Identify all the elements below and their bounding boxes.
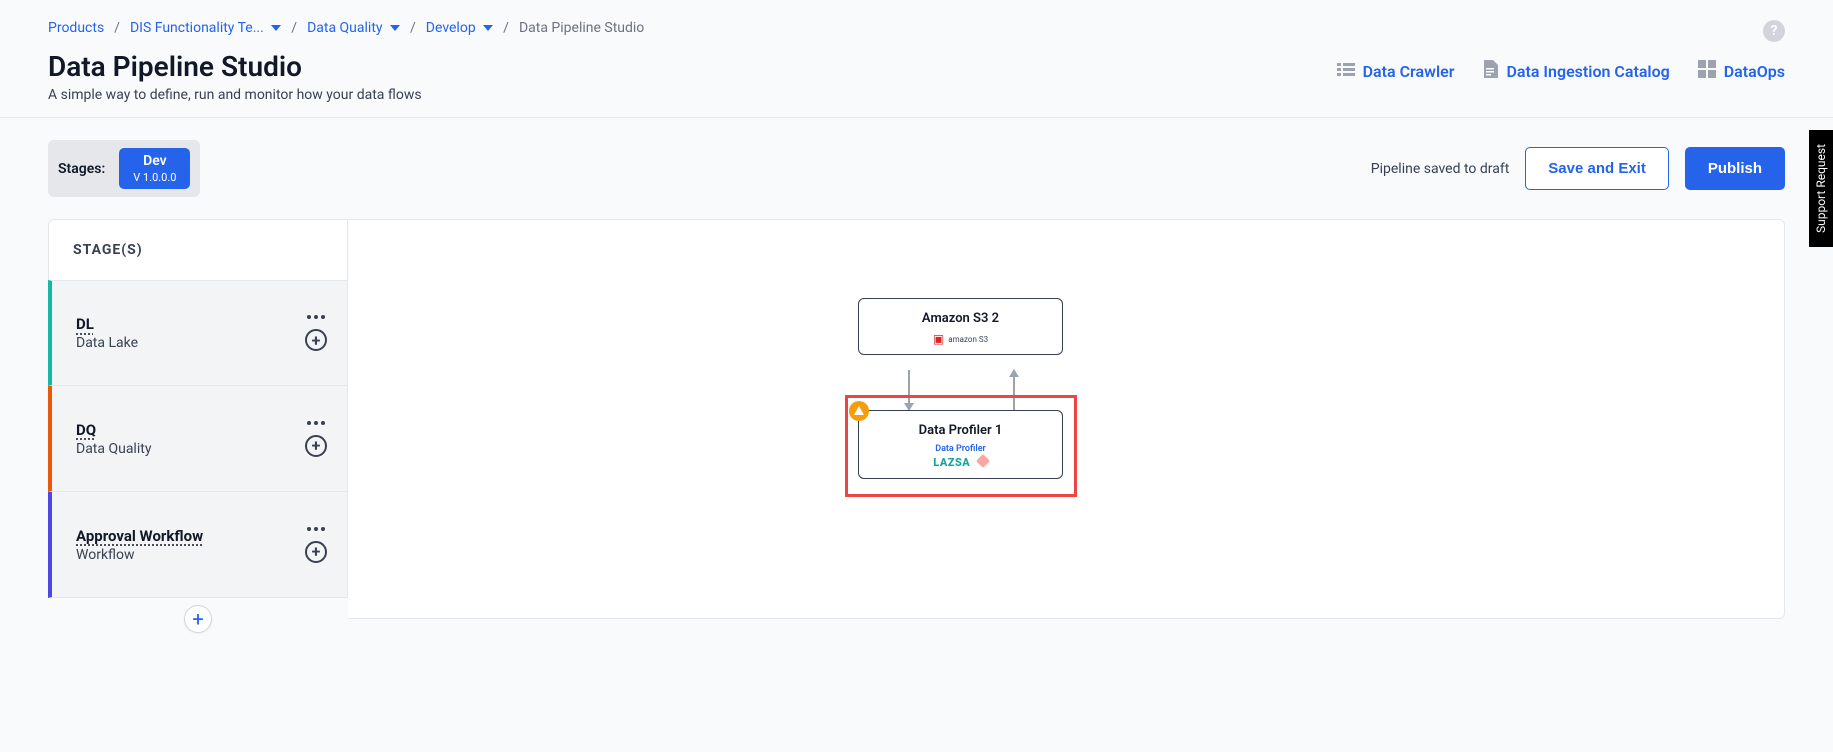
breadcrumb-dataquality[interactable]: Data Quality: [307, 20, 400, 36]
node-title: Data Profiler 1: [867, 423, 1054, 438]
add-stage-button[interactable]: +: [184, 605, 212, 633]
stage-more-icon[interactable]: [307, 527, 325, 531]
stage-add-icon[interactable]: +: [305, 329, 327, 351]
sidebar-header: STAGE(S): [48, 219, 348, 280]
breadcrumb-separator: /: [114, 20, 120, 36]
grid-icon: [1698, 60, 1716, 82]
stage-more-icon[interactable]: [307, 315, 325, 319]
breadcrumb: Products / DIS Functionality Te... / Dat…: [48, 20, 644, 36]
stage-card-approval[interactable]: Approval Workflow Workflow +: [48, 492, 348, 598]
stages-label: Stages:: [58, 161, 105, 177]
stage-card-dq[interactable]: DQ Data Quality +: [48, 386, 348, 492]
lazsa-logo-icon: LAZSA: [933, 456, 970, 469]
node-title: Amazon S3 2: [867, 311, 1054, 326]
pipeline-status: Pipeline saved to draft: [1371, 161, 1510, 177]
breadcrumb-products[interactable]: Products: [48, 20, 104, 36]
env-badge: Dev V 1.0.0.0: [119, 148, 190, 189]
node-subtitle: Data Profiler: [867, 444, 1054, 454]
caret-down-icon: [483, 25, 493, 31]
pipeline-canvas[interactable]: Amazon S3 2 ▣ amazon S3 Data Profiler 1 …: [348, 219, 1785, 619]
stage-code: DQ: [76, 421, 151, 439]
breadcrumb-separator: /: [503, 20, 509, 36]
publish-button[interactable]: Publish: [1685, 147, 1785, 190]
document-icon: [1482, 60, 1498, 82]
stage-name: Workflow: [76, 547, 203, 563]
save-and-exit-button[interactable]: Save and Exit: [1525, 147, 1669, 190]
breadcrumb-separator: /: [410, 20, 416, 36]
stage-add-icon[interactable]: +: [305, 435, 327, 457]
help-icon[interactable]: ?: [1763, 20, 1785, 42]
stages-sidebar: STAGE(S) DL Data Lake + DQ Data Quality …: [48, 219, 348, 619]
data-crawler-link[interactable]: Data Crawler: [1337, 62, 1455, 81]
page-subtitle: A simple way to define, run and monitor …: [48, 87, 644, 103]
support-request-tab[interactable]: Support Request: [1809, 130, 1833, 247]
stage-add-icon[interactable]: +: [305, 541, 327, 563]
breadcrumb-project[interactable]: DIS Functionality Te...: [130, 20, 281, 36]
stage-name: Data Quality: [76, 441, 151, 457]
caret-down-icon: [390, 25, 400, 31]
aws-s3-icon: ▣ amazon S3: [867, 332, 1054, 346]
warning-icon: [849, 401, 869, 421]
node-data-profiler[interactable]: Data Profiler 1 Data Profiler LAZSA: [858, 410, 1063, 479]
stage-code: DL: [76, 315, 138, 333]
stages-selector[interactable]: Stages: Dev V 1.0.0.0: [48, 140, 200, 197]
connector-arrow-down: [908, 370, 910, 410]
stage-code: Approval Workflow: [76, 527, 203, 545]
connector-arrow-up: [1013, 370, 1015, 410]
page-title: Data Pipeline Studio: [48, 50, 644, 83]
list-icon: [1337, 62, 1355, 81]
caret-down-icon: [271, 25, 281, 31]
status-dot-icon: [976, 454, 990, 468]
data-ingestion-catalog-link[interactable]: Data Ingestion Catalog: [1482, 60, 1669, 82]
stage-card-dl[interactable]: DL Data Lake +: [48, 280, 348, 386]
node-amazon-s3[interactable]: Amazon S3 2 ▣ amazon S3: [858, 298, 1063, 355]
dataops-link[interactable]: DataOps: [1698, 60, 1785, 82]
breadcrumb-current: Data Pipeline Studio: [519, 20, 644, 36]
stage-more-icon[interactable]: [307, 421, 325, 425]
breadcrumb-develop[interactable]: Develop: [426, 20, 493, 36]
breadcrumb-separator: /: [291, 20, 297, 36]
stage-name: Data Lake: [76, 335, 138, 351]
